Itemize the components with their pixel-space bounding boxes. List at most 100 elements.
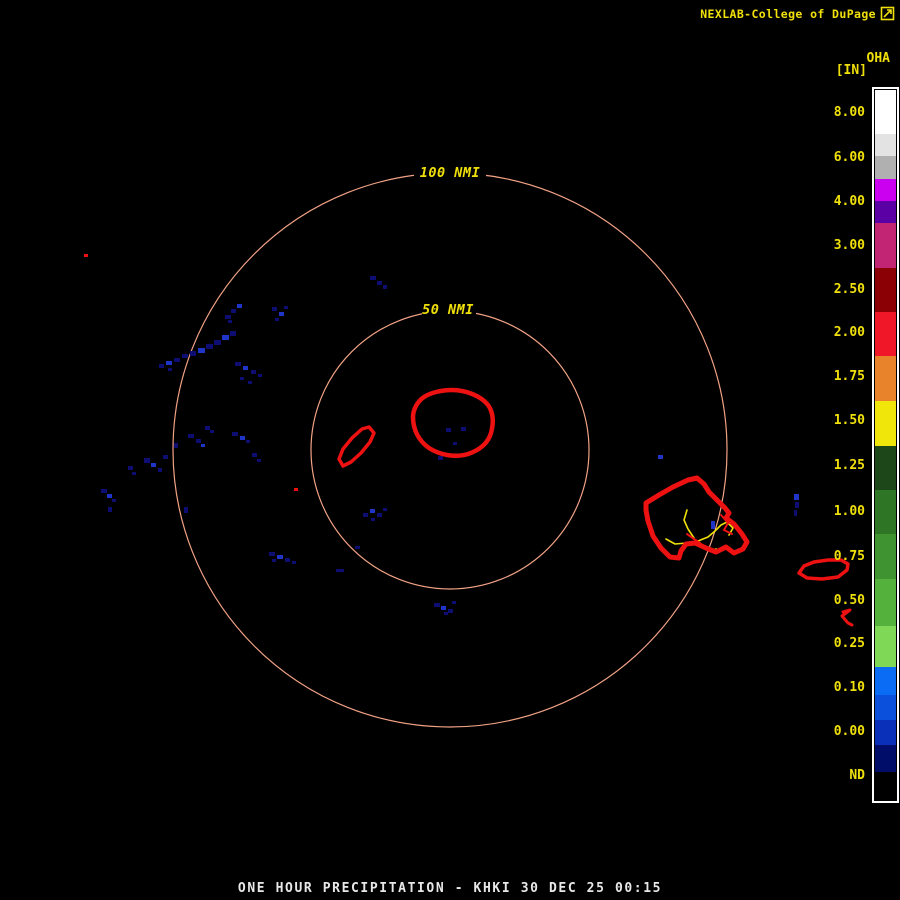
precip-speck — [275, 318, 279, 321]
legend-segment — [875, 534, 896, 579]
precip-speck — [355, 546, 360, 549]
precip-speck — [166, 361, 172, 365]
precip-speck — [383, 285, 387, 289]
legend-segment — [875, 201, 896, 223]
radar-map: 100 NMI 50 NMI — [84, 163, 854, 728]
legend-segment — [875, 90, 896, 134]
precip-speck — [205, 426, 210, 430]
precip-speck — [210, 430, 214, 433]
precip-speck — [188, 434, 194, 438]
precip-speck — [658, 455, 663, 459]
precip-speck — [174, 443, 178, 448]
brand-row: NEXLAB-College of DuPage — [700, 6, 895, 21]
precip-speck — [184, 507, 188, 513]
precip-speck — [252, 453, 257, 457]
island-niihau — [337, 425, 376, 468]
precip-speck — [144, 458, 150, 463]
precip-speck — [794, 494, 799, 500]
precip-speck — [246, 440, 250, 443]
radar-screen: 100 NMI 50 NMI NEXLAB-College of DuPage O… — [0, 0, 900, 900]
precip-speck — [444, 612, 448, 615]
legend-bar-segments — [875, 90, 896, 800]
precip-speck — [230, 331, 236, 336]
precip-speck — [363, 513, 368, 517]
legend-label: 1.00 — [833, 504, 865, 519]
precip-speck — [370, 276, 376, 280]
precip-speck — [292, 561, 296, 564]
precip-speck — [383, 508, 387, 511]
precip-speck — [277, 555, 283, 559]
ring-label: 50 NMI — [422, 302, 474, 318]
precip-speck — [196, 439, 201, 443]
legend-label: 1.50 — [833, 413, 865, 428]
precip-speck — [132, 472, 136, 475]
legend-segment — [875, 626, 896, 667]
legend-label: 8.00 — [833, 105, 865, 120]
precip-speck — [794, 510, 797, 516]
precip-speck — [285, 558, 290, 562]
precip-speck — [101, 489, 107, 493]
highway-h2 — [683, 509, 695, 539]
legend-segment — [875, 745, 896, 772]
precip-speck — [257, 459, 261, 462]
precip-speck — [279, 312, 284, 316]
legend-segment — [875, 446, 896, 490]
precip-speck — [240, 436, 245, 440]
precip-speck — [461, 427, 466, 431]
precip-speck — [228, 320, 232, 323]
red-speck — [294, 488, 298, 491]
legend-label: 2.00 — [833, 325, 865, 340]
precip-speck — [434, 603, 440, 607]
legend-units: [IN] — [835, 63, 867, 78]
precip-speck — [206, 344, 213, 349]
precip-speck — [248, 381, 252, 384]
product-caption: ONE HOUR PRECIPITATION - KHKI 30 DEC 25 … — [237, 881, 663, 896]
precip-speck — [284, 306, 288, 309]
precip-speck — [446, 428, 451, 432]
precip-speck — [158, 468, 162, 472]
precip-speck — [159, 364, 164, 368]
precip-speck — [272, 307, 277, 311]
precip-speck — [371, 518, 375, 521]
legend-label: ND — [849, 768, 865, 783]
legend-segment — [875, 134, 896, 156]
precip-speck — [151, 463, 156, 467]
precip-speck — [258, 374, 262, 377]
precip-speck — [108, 507, 112, 512]
legend-segment — [875, 695, 896, 720]
legend-product-code: OHA — [866, 51, 890, 66]
precip-speck — [225, 315, 231, 319]
brand-text: NEXLAB-College of DuPage — [700, 6, 876, 21]
precip-speck — [438, 456, 443, 460]
precip-speck — [107, 494, 112, 498]
precip-speck — [198, 348, 205, 353]
precip-speck — [201, 444, 205, 447]
legend-segment — [875, 720, 896, 745]
precip-speck — [231, 309, 236, 313]
precip-speck — [251, 370, 256, 374]
precip-speck — [128, 466, 133, 470]
precip-speck — [222, 335, 229, 340]
legend-label: 2.50 — [833, 282, 865, 297]
legend-segment — [875, 179, 896, 201]
legend-segment — [875, 268, 896, 312]
ring-label: 100 NMI — [420, 165, 480, 181]
legend-label: 0.00 — [833, 724, 865, 739]
island-kauai — [410, 387, 495, 458]
precip-speck — [240, 377, 244, 380]
red-speck — [84, 254, 88, 257]
precip-speck — [190, 351, 196, 356]
precip-speck — [182, 354, 188, 358]
legend-segment — [875, 156, 896, 179]
export-arrow-icon — [880, 6, 895, 21]
precip-speck — [336, 569, 344, 572]
range-ring — [172, 172, 728, 728]
range-ring — [310, 310, 590, 590]
legend-segment — [875, 490, 896, 534]
precip-speck — [163, 455, 168, 459]
legend-label: 1.75 — [833, 369, 865, 384]
precip-speck — [235, 362, 241, 366]
island-oahu — [643, 475, 750, 561]
precip-speck — [452, 601, 456, 604]
legend-segment — [875, 356, 896, 401]
